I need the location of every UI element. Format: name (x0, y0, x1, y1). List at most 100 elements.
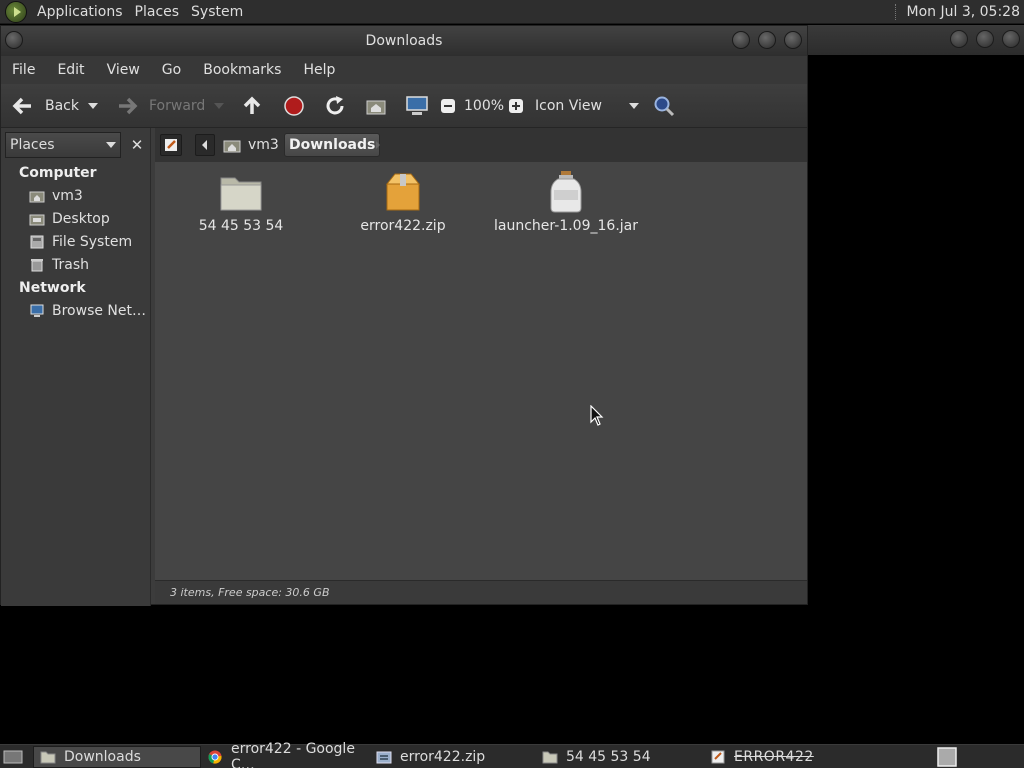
file-item[interactable]: launcher-1.09_16.jar (494, 170, 638, 234)
sidebar-item-desktop[interactable]: Desktop (29, 209, 149, 229)
window-title: Downloads (365, 33, 443, 49)
toolbar: Back Forward 100% Icon View (1, 84, 807, 128)
minimize-icon[interactable] (732, 31, 750, 49)
menu-file[interactable]: File (1, 62, 46, 78)
sidebar-item-label: vm3 (52, 188, 83, 204)
task-label: 54 45 53 54 (566, 749, 651, 765)
back-arrow-icon (12, 97, 31, 115)
status-bar: 3 items, Free space: 30.6 GB (155, 580, 807, 604)
chevron-down-icon (629, 103, 639, 109)
forward-label: Forward (149, 98, 206, 114)
mouse-cursor-icon (590, 405, 604, 426)
menu-edit[interactable]: Edit (46, 62, 95, 78)
file-view[interactable]: 54 45 53 54 error422.zip launcher-1.09_1… (155, 162, 807, 580)
top-panel: Applications Places System Mon Jul 3, 05… (0, 0, 1024, 24)
panel-separator (894, 4, 899, 20)
search-icon (654, 96, 675, 117)
forward-arrow-icon (119, 97, 138, 115)
task-label: error422.zip (400, 749, 486, 765)
edit-icon (165, 139, 177, 151)
back-button[interactable]: Back (11, 84, 79, 128)
menu-bookmarks[interactable]: Bookmarks (192, 62, 292, 78)
task-text-editor[interactable]: ERROR422 (704, 746, 904, 768)
clock[interactable]: Mon Jul 3, 05:28 (907, 4, 1020, 20)
computer-button[interactable] (405, 84, 429, 128)
file-name: 54 45 53 54 (198, 218, 284, 234)
path-scroll-right-button[interactable] (373, 133, 383, 157)
close-icon[interactable] (784, 31, 802, 49)
breadcrumb-label: vm3 (248, 137, 279, 153)
forward-history-dropdown[interactable] (214, 84, 224, 128)
sidebar-item-trash[interactable]: Trash (29, 255, 149, 275)
chevron-down-icon (214, 103, 224, 109)
menubar: File Edit View Go Bookmarks Help (1, 56, 807, 84)
task-folder-54-45-53-54[interactable]: 54 45 53 54 (536, 746, 704, 768)
close-icon[interactable] (1002, 30, 1020, 48)
menu-go[interactable]: Go (151, 62, 192, 78)
text-editor-icon (711, 750, 725, 764)
minimize-icon[interactable] (950, 30, 968, 48)
computer-icon (406, 96, 428, 115)
desktop-folder-icon (29, 214, 45, 226)
task-label: ERROR422 (734, 749, 814, 765)
stop-button[interactable] (283, 84, 305, 128)
sidebar-item-label: Trash (52, 257, 89, 273)
sidebar: Places ✕ Computer vm3 Desktop File Syste… (1, 128, 151, 606)
workspace-icon (937, 747, 957, 767)
maximize-icon[interactable] (758, 31, 776, 49)
task-downloads[interactable]: Downloads (33, 746, 201, 768)
stop-icon (284, 96, 304, 116)
window-titlebar[interactable]: Downloads (1, 26, 807, 56)
sidebar-item-browse-network[interactable]: Browse Net… (29, 301, 149, 321)
forward-button[interactable]: Forward (115, 84, 205, 128)
chevron-down-icon (88, 103, 98, 109)
jar-icon (550, 171, 582, 213)
up-button[interactable] (241, 84, 263, 128)
view-mode-select[interactable]: Icon View (535, 84, 639, 128)
places-menu[interactable]: Places (133, 4, 182, 20)
reload-icon (326, 96, 344, 115)
sidebar-item-label: File System (52, 234, 133, 250)
workspace-switcher[interactable] (930, 746, 960, 768)
sidebar-item-vm3[interactable]: vm3 (29, 186, 149, 206)
chrome-icon (208, 750, 222, 764)
menu-view[interactable]: View (96, 62, 151, 78)
path-scroll-left-button[interactable] (195, 134, 215, 156)
search-button[interactable] (653, 84, 675, 128)
distro-logo-icon[interactable] (5, 0, 27, 23)
zoom-out-button[interactable] (440, 84, 456, 128)
trash-icon (31, 259, 43, 272)
file-item[interactable]: 54 45 53 54 (171, 170, 311, 234)
breadcrumb-downloads[interactable]: Downloads (284, 133, 381, 157)
back-history-dropdown[interactable] (88, 84, 98, 128)
background-window-titlebar[interactable] (808, 25, 1024, 55)
sidebar-close-button[interactable]: ✕ (125, 132, 149, 158)
archive-manager-icon (376, 751, 392, 764)
zoom-in-button[interactable] (508, 84, 524, 128)
show-desktop-button[interactable] (0, 746, 23, 768)
home-button[interactable] (365, 84, 387, 128)
reload-button[interactable] (324, 84, 346, 128)
folder-icon (542, 751, 558, 764)
drive-icon (30, 235, 44, 249)
applications-menu[interactable]: Applications (35, 4, 125, 20)
home-folder-icon (223, 140, 241, 153)
task-google-chrome[interactable]: error422 - Google C… (201, 741, 371, 768)
toggle-location-entry-button[interactable] (160, 134, 182, 156)
zoom-out-icon (441, 99, 455, 113)
sidebar-mode-select[interactable]: Places (5, 132, 121, 158)
system-menu[interactable]: System (189, 4, 245, 20)
task-label: error422 - Google C… (231, 741, 355, 768)
status-text: 3 items, Free space: 30.6 GB (170, 586, 330, 599)
sidebar-item-label: Desktop (52, 211, 110, 227)
chevron-left-icon (202, 140, 207, 150)
task-archive-manager[interactable]: error422.zip (370, 746, 536, 768)
maximize-icon[interactable] (976, 30, 994, 48)
menu-help[interactable]: Help (292, 62, 346, 78)
zoom-in-icon (509, 99, 523, 113)
sidebar-item-file-system[interactable]: File System (29, 232, 149, 252)
zoom-level[interactable]: 100% (464, 84, 504, 128)
chevron-down-icon (106, 142, 116, 148)
breadcrumb-vm3[interactable]: vm3 (223, 133, 279, 157)
file-item[interactable]: error422.zip (333, 170, 473, 234)
